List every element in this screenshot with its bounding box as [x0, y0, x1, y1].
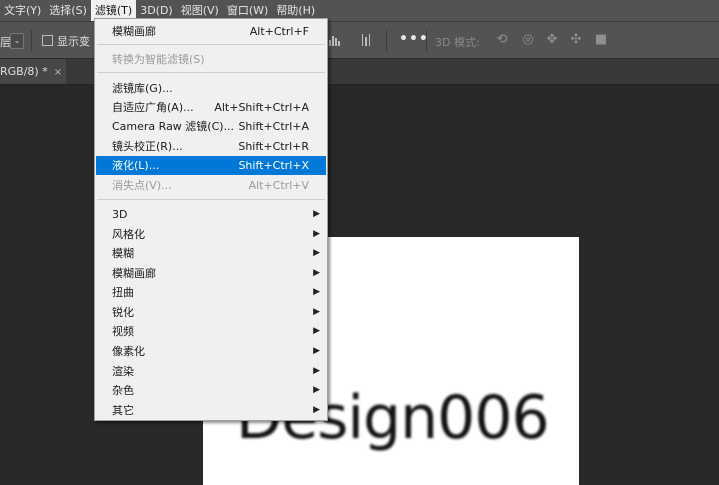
menu-separator	[97, 44, 325, 45]
menu-item-shortcut: Shift+Ctrl+R	[238, 140, 309, 153]
scale-3d-icon[interactable]: ■	[593, 33, 609, 47]
menu-item-label: Camera Raw 滤镜(C)...	[112, 120, 235, 133]
menu-item-label: 消失点(V)...	[112, 179, 172, 192]
menu-item-blur-gallery[interactable]: 模糊画廊 ▶	[96, 264, 326, 283]
menu-item-shortcut: Alt+Shift+Ctrl+A	[214, 101, 309, 114]
roll-3d-icon[interactable]: ◎	[520, 33, 536, 47]
menu-separator	[97, 72, 325, 73]
more-options-icon[interactable]: •••	[399, 31, 429, 47]
distribute-icon[interactable]	[329, 34, 340, 46]
show-transform-checkbox[interactable]	[42, 35, 53, 46]
menu-item-video[interactable]: 视频 ▶	[96, 322, 326, 341]
filter-menu: 模糊画廊 Alt+Ctrl+F 转换为智能滤镜(S) 滤镜库(G)... 自适应…	[94, 18, 328, 421]
menu-item-other[interactable]: 其它 ▶	[96, 401, 326, 420]
menu-item-label: 锐化	[112, 306, 134, 319]
menu-item-label: 滤镜库(G)...	[112, 82, 173, 95]
toolbar-divider	[31, 30, 32, 52]
chevron-down-icon[interactable]: ⌄	[10, 33, 24, 49]
menu-item-noise[interactable]: 杂色 ▶	[96, 381, 326, 400]
menu-item-label: 杂色	[112, 384, 134, 397]
menu-item-label: 模糊画廊	[112, 267, 156, 280]
menu-item-label: 自适应广角(A)...	[112, 101, 194, 114]
slide-3d-icon[interactable]: ✣	[568, 33, 584, 47]
menu-item-label: 转换为智能滤镜(S)	[112, 53, 205, 66]
menu-item-filter-gallery[interactable]: 滤镜库(G)...	[96, 79, 326, 98]
chevron-right-icon: ▶	[313, 385, 320, 395]
menu-item-label: 模糊	[112, 247, 134, 260]
orbit-3d-icon[interactable]: ⟲	[494, 33, 510, 47]
menu-item-label: 镜头校正(R)...	[112, 140, 183, 153]
menu-item-shortcut: Shift+Ctrl+X	[238, 159, 309, 172]
chevron-right-icon: ▶	[313, 326, 320, 336]
align-icon[interactable]	[362, 34, 372, 46]
toolbar-divider	[386, 30, 387, 52]
menu-item-blur-gallery-last[interactable]: 模糊画廊 Alt+Ctrl+F	[96, 22, 326, 41]
toolbar-divider	[426, 30, 427, 52]
chevron-right-icon: ▶	[313, 248, 320, 258]
mode-3d-label: 3D 模式:	[435, 36, 480, 49]
menu-item-blur[interactable]: 模糊 ▶	[96, 244, 326, 263]
menu-item-label: 其它	[112, 404, 134, 417]
close-icon[interactable]: ×	[54, 67, 62, 78]
show-transform-label: 显示变	[57, 35, 90, 48]
menu-item-vanishing-point[interactable]: 消失点(V)... Alt+Ctrl+V	[96, 176, 326, 195]
menu-item-sharpen[interactable]: 锐化 ▶	[96, 303, 326, 322]
menu-item-label: 像素化	[112, 345, 145, 358]
document-tab[interactable]: RGB/8) * ×	[0, 59, 66, 84]
menu-item-label: 风格化	[112, 228, 145, 241]
menu-item-shortcut: Shift+Ctrl+A	[238, 120, 309, 133]
chevron-right-icon: ▶	[313, 366, 320, 376]
menu-item-adaptive-wide-angle[interactable]: 自适应广角(A)... Alt+Shift+Ctrl+A	[96, 98, 326, 117]
menu-select[interactable]: 选择(S)	[45, 0, 91, 21]
menu-item-liquify[interactable]: 液化(L)... Shift+Ctrl+X	[96, 156, 326, 175]
menu-item-shortcut: Alt+Ctrl+F	[249, 25, 309, 38]
menu-item-label: 扭曲	[112, 286, 134, 299]
chevron-right-icon: ▶	[313, 287, 320, 297]
menu-item-label: 液化(L)...	[112, 159, 160, 172]
menu-item-convert-smart-filter[interactable]: 转换为智能滤镜(S)	[96, 50, 326, 69]
chevron-right-icon: ▶	[313, 268, 320, 278]
pan-3d-icon[interactable]: ✥	[544, 33, 560, 47]
menu-separator	[97, 199, 325, 200]
menu-item-label: 3D	[112, 208, 128, 221]
chevron-right-icon: ▶	[313, 229, 320, 239]
menu-item-shortcut: Alt+Ctrl+V	[248, 179, 309, 192]
menu-item-distort[interactable]: 扭曲 ▶	[96, 283, 326, 302]
menu-item-render[interactable]: 渲染 ▶	[96, 362, 326, 381]
menu-item-lens-correction[interactable]: 镜头校正(R)... Shift+Ctrl+R	[96, 137, 326, 156]
menu-item-camera-raw[interactable]: Camera Raw 滤镜(C)... Shift+Ctrl+A	[96, 117, 326, 136]
menu-item-label: 渲染	[112, 365, 134, 378]
menu-item-stylize[interactable]: 风格化 ▶	[96, 225, 326, 244]
chevron-right-icon: ▶	[313, 346, 320, 356]
menu-type[interactable]: 文字(Y)	[0, 0, 45, 21]
chevron-right-icon: ▶	[313, 307, 320, 317]
document-tab-label: RGB/8) *	[0, 65, 48, 78]
menu-item-label: 模糊画廊	[112, 25, 156, 38]
chevron-right-icon: ▶	[313, 209, 320, 219]
chevron-right-icon: ▶	[313, 405, 320, 415]
menu-item-3d[interactable]: 3D ▶	[96, 205, 326, 224]
menu-item-label: 视频	[112, 325, 134, 338]
menu-item-pixelate[interactable]: 像素化 ▶	[96, 342, 326, 361]
